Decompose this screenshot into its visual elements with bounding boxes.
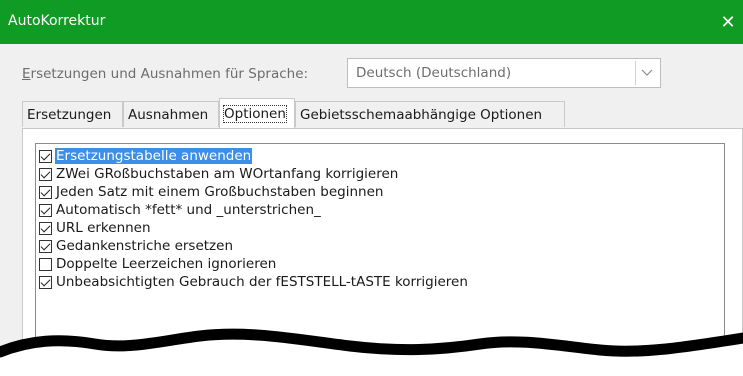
list-item[interactable]: Jeden Satz mit einem Großbuchstaben begi… — [39, 183, 384, 201]
language-label: Ersetzungen und Ausnahmen für Sprache: — [22, 66, 309, 82]
checkbox[interactable] — [39, 257, 52, 271]
language-select-value: Deutsch (Deutschland) — [356, 65, 512, 81]
option-label: URL erkennen — [56, 220, 151, 236]
redaction-scribble — [0, 328, 743, 376]
option-label: Ersetzungstabelle anwenden — [55, 148, 253, 164]
close-icon: ✕ — [720, 11, 736, 33]
checkbox[interactable] — [39, 167, 52, 181]
checkbox[interactable] — [39, 275, 52, 289]
tab-gebietsschema[interactable]: Gebietsschemaabhängige Optionen — [295, 101, 565, 127]
tab-ersetzungen[interactable]: Ersetzungen — [22, 101, 123, 127]
checkbox[interactable] — [39, 149, 52, 163]
tab-optionen[interactable]: Optionen — [219, 98, 295, 129]
list-item[interactable]: Unbeabsichtigten Gebrauch der fESTSTELL-… — [39, 273, 469, 291]
option-label: Unbeabsichtigten Gebrauch der fESTSTELL-… — [56, 274, 468, 290]
chevron-down-icon[interactable] — [635, 61, 658, 85]
list-item[interactable]: ZWei GRoßbuchstaben am WOrtanfang korrig… — [39, 165, 399, 183]
checkbox[interactable] — [39, 221, 52, 235]
close-button[interactable]: ✕ — [713, 0, 743, 44]
list-item[interactable]: URL erkennen — [39, 219, 152, 237]
list-item[interactable]: Automatisch *fett* und _unterstrichen_ — [39, 201, 322, 219]
option-label: ZWei GRoßbuchstaben am WOrtanfang korrig… — [56, 166, 399, 182]
checkbox[interactable] — [39, 203, 52, 217]
option-label: Gedankenstriche ersetzen — [56, 238, 234, 254]
tab-ausnahmen[interactable]: Ausnahmen — [123, 101, 219, 127]
option-label: Jeden Satz mit einem Großbuchstaben begi… — [56, 184, 384, 200]
list-item[interactable]: Ersetzungstabelle anwenden — [39, 147, 253, 165]
list-item[interactable]: Doppelte Leerzeichen ignorieren — [39, 255, 277, 273]
list-item[interactable]: Gedankenstriche ersetzen — [39, 237, 234, 255]
title-bar: AutoKorrektur ✕ — [0, 0, 743, 44]
window-title: AutoKorrektur — [8, 13, 106, 29]
language-select[interactable]: Deutsch (Deutschland) — [347, 58, 661, 88]
checkbox[interactable] — [39, 185, 52, 199]
checkbox[interactable] — [39, 239, 52, 253]
option-label: Doppelte Leerzeichen ignorieren — [56, 256, 277, 272]
option-label: Automatisch *fett* und _unterstrichen_ — [56, 202, 321, 218]
